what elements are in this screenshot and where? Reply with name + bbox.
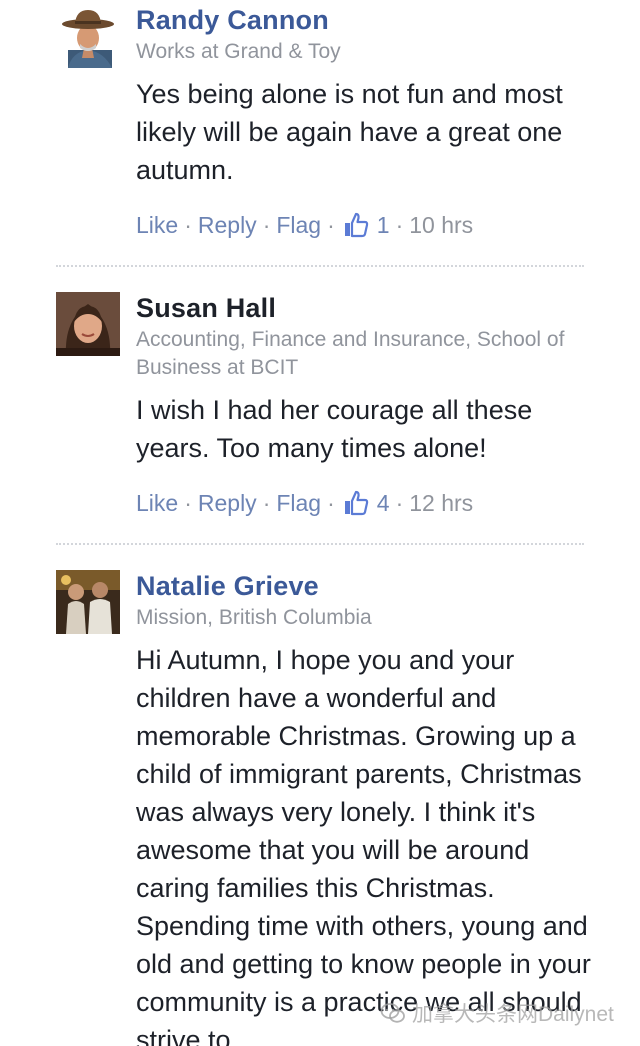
watermark-text: 加拿大头条网Dailynet xyxy=(412,1003,614,1026)
watermark: 加拿大头条网Dailynet xyxy=(380,998,614,1028)
commenter-name[interactable]: Susan Hall xyxy=(136,292,592,324)
separator-dot: · xyxy=(262,489,271,516)
separator-dot: · xyxy=(184,489,192,516)
like-count: 1 xyxy=(376,211,390,238)
comment-body: Susan Hall Accounting, Finance and Insur… xyxy=(136,292,592,467)
like-link[interactable]: Like xyxy=(136,212,178,239)
commenter-name[interactable]: Natalie Grieve xyxy=(136,570,592,602)
separator-dot: · xyxy=(395,489,404,516)
like-count: 4 xyxy=(376,489,390,516)
commenter-subtitle: Works at Grand & Toy xyxy=(136,40,341,63)
separator-dot: · xyxy=(395,211,404,238)
woman-portrait-avatar-icon xyxy=(56,292,120,356)
separator-dot: · xyxy=(184,211,192,238)
avatar-natalie-grieve[interactable] xyxy=(56,570,120,634)
wechat-logo-icon xyxy=(380,1003,405,1023)
comment-text: Yes being alone is not fun and most like… xyxy=(136,79,563,185)
flag-link[interactable]: Flag xyxy=(276,212,321,239)
comment-text: Hi Autumn, I hope you and your children … xyxy=(136,645,591,1046)
avatar-randy-cannon[interactable] xyxy=(56,4,120,68)
comment-body: Randy Cannon Works at Grand & Toy Yes be… xyxy=(136,4,592,189)
comment-timestamp[interactable]: 12 hrs xyxy=(409,490,473,517)
separator-dot: · xyxy=(262,211,271,238)
comment-divider xyxy=(56,543,584,545)
like-link[interactable]: Like xyxy=(136,490,178,517)
reply-link[interactable]: Reply xyxy=(198,212,257,239)
comment-text: I wish I had her courage all these years… xyxy=(136,395,533,463)
comment-body: Natalie Grieve Mission, British Columbia… xyxy=(136,570,592,1046)
separator-dot: · xyxy=(327,489,335,516)
comment-divider xyxy=(56,265,584,267)
comments-feed: Randy Cannon Works at Grand & Toy Yes be… xyxy=(0,0,640,1046)
reply-link[interactable]: Reply xyxy=(198,490,257,517)
commenter-subtitle: Mission, British Columbia xyxy=(136,606,372,629)
comment-actions: Like · Reply · Flag · 1 · 10 hrs xyxy=(136,209,473,241)
cowboy-hat-man-avatar-icon xyxy=(56,4,120,68)
comment-timestamp[interactable]: 10 hrs xyxy=(409,212,473,239)
couple-photo-avatar-icon xyxy=(56,570,120,634)
comment-actions: Like · Reply · Flag · 4 · 12 hrs xyxy=(136,487,473,519)
commenter-name[interactable]: Randy Cannon xyxy=(136,4,592,36)
thumbs-up-icon[interactable] xyxy=(343,490,369,516)
thumbs-up-icon[interactable] xyxy=(343,212,369,238)
separator-dot: · xyxy=(327,211,335,238)
commenter-subtitle: Accounting, Finance and Insurance, Schoo… xyxy=(136,328,565,379)
avatar-susan-hall[interactable] xyxy=(56,292,120,356)
flag-link[interactable]: Flag xyxy=(276,490,321,517)
